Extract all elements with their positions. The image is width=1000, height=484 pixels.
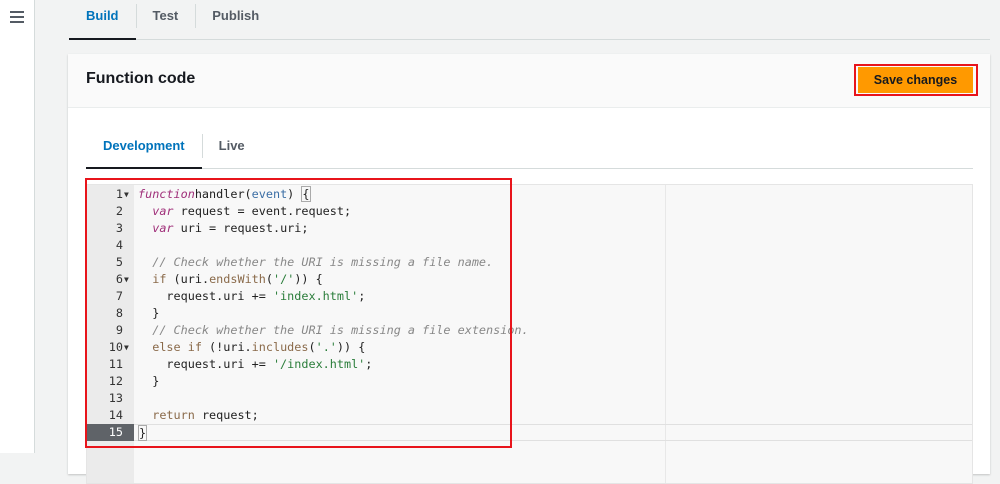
main-tabs: Build Test Publish [69,0,990,40]
tab-development[interactable]: Development [86,131,202,169]
tab-build[interactable]: Build [69,0,136,40]
function-code-panel: Function code Save changes Development L… [68,54,990,484]
save-changes-button[interactable]: Save changes [858,67,973,93]
panel-title: Function code [86,70,196,87]
tab-publish[interactable]: Publish [195,0,276,39]
tab-test[interactable]: Test [135,0,196,39]
editor-tabs: Development Live [86,131,973,169]
menu-icon[interactable] [10,11,24,26]
highlight-box [85,178,512,448]
panel-header: Function code Save changes [68,54,990,108]
sidebar [0,0,35,453]
tab-live[interactable]: Live [201,131,262,168]
